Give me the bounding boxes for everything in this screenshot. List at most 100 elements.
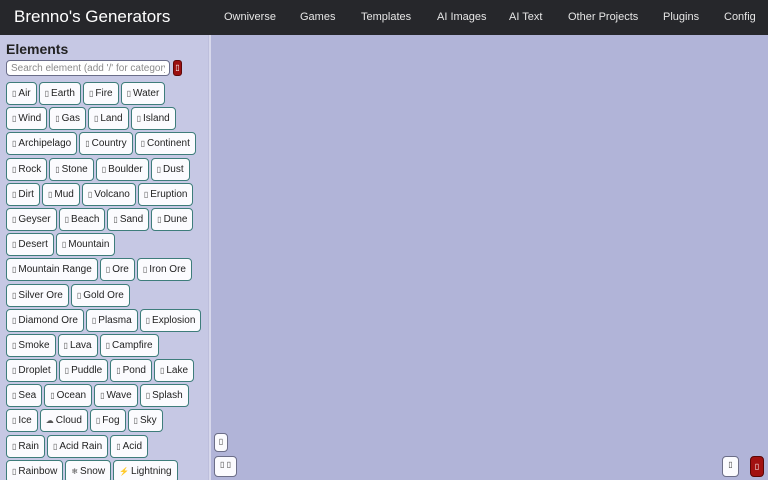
nav-templates[interactable]: Templates [361, 0, 411, 35]
element-chip[interactable]: ▯ Ore [99, 258, 135, 282]
element-chip[interactable]: ▯ Lava [57, 333, 98, 357]
element-icon: ⚡ [119, 466, 130, 476]
element-label: Splash [152, 390, 183, 402]
workspace-canvas[interactable] [211, 35, 768, 480]
zoom-button[interactable]: ▯ [214, 433, 228, 452]
element-label: Desert [18, 239, 48, 251]
element-chip[interactable]: ▯ Acid [110, 434, 149, 458]
element-chip[interactable]: ❄ Snow [65, 459, 112, 480]
nav-config[interactable]: Config [724, 0, 756, 35]
clear-workspace-button[interactable]: ▯ [750, 456, 764, 477]
element-chip[interactable]: ▯ Gold Ore [70, 283, 130, 307]
element-label: Boulder [108, 163, 143, 175]
element-chip[interactable]: ▯ Mountain Range [6, 258, 98, 282]
element-chip[interactable]: ▯ Pond [110, 359, 152, 383]
element-chip[interactable]: ▯ Desert [6, 233, 54, 257]
element-label: Continent [147, 138, 190, 150]
element-chip[interactable]: ▯ Campfire [99, 333, 159, 357]
element-chip[interactable]: ▯ Fire [82, 82, 119, 105]
element-chip[interactable]: ▯ Diamond Ore [6, 308, 84, 332]
element-icon: ▯ [64, 214, 70, 224]
element-chip[interactable]: ▯ Sand [107, 207, 150, 231]
element-chip[interactable]: ▯ Dune [151, 207, 194, 231]
element-chip[interactable]: ▯ Water [120, 82, 166, 105]
element-chip[interactable]: ▯ Mud [41, 182, 80, 206]
element-icon: ❄ [71, 466, 79, 476]
site-brand[interactable]: Brenno's Generators [14, 7, 170, 27]
nav-games[interactable]: Games [300, 0, 335, 35]
element-chip[interactable]: ▯ Mountain [55, 233, 116, 257]
element-chip[interactable]: ▯ Volcano [81, 182, 136, 206]
element-label: Mud [54, 188, 74, 200]
element-chip[interactable]: ▯ Dirt [6, 182, 40, 206]
element-chip[interactable]: ▯ Iron Ore [136, 258, 192, 282]
element-chip[interactable]: ⚡ Lightning [113, 459, 178, 480]
element-chip[interactable]: ▯ Country [79, 132, 133, 156]
element-label: Acid [122, 440, 143, 452]
element-row: ▯ Diamond Ore ▯ Plasma ▯ Explosion [6, 308, 206, 334]
element-chip[interactable]: ▯ Rainbow [6, 459, 64, 480]
element-chip[interactable]: ▯ Geyser [6, 207, 57, 231]
element-chip[interactable]: ▯ Smoke [6, 333, 56, 357]
element-chip[interactable]: ▯ Fog [89, 409, 126, 433]
nav-ai-images[interactable]: AI Images [437, 0, 487, 35]
element-chip[interactable]: ▯ Ocean [44, 384, 93, 408]
element-chip[interactable]: ▯ Dust [150, 157, 190, 181]
element-chip[interactable]: ▯ Earth [38, 82, 81, 105]
element-label: Rain [18, 440, 39, 452]
element-label: Water [133, 88, 160, 99]
element-chip[interactable]: ▯ Wind [6, 107, 48, 131]
element-label: Island [143, 113, 170, 125]
element-icon: ▯ [85, 139, 90, 149]
nav-owniverse[interactable]: Owniverse [224, 0, 276, 35]
element-chip[interactable]: ▯ Splash [139, 384, 189, 408]
element-chip[interactable]: ▯ Ice [6, 409, 38, 433]
element-row: ▯ Desert ▯ Mountain [6, 233, 206, 258]
element-chip[interactable]: ▯ Plasma [85, 308, 138, 332]
nav-ai-text[interactable]: AI Text [509, 0, 542, 35]
element-icon: ▯ [101, 164, 107, 174]
element-icon: ▯ [52, 441, 58, 451]
element-icon: ▯ [12, 114, 17, 124]
element-row: ▯ Archipelago ▯ Country ▯ Continent [6, 132, 206, 157]
element-label: Acid Rain [59, 440, 103, 452]
view-toggle-button[interactable]: ▯ ▯ [214, 456, 237, 477]
element-chip[interactable]: ▯ Acid Rain [46, 434, 109, 458]
element-chip[interactable]: ▯ Gas [49, 107, 86, 131]
element-chip[interactable]: ▯ Rain [6, 434, 45, 458]
element-chip[interactable]: ▯ Continent [134, 132, 196, 156]
element-search-input[interactable] [6, 60, 170, 76]
element-chip[interactable]: ▯ Rock [6, 157, 48, 181]
element-chip[interactable]: ▯ Silver Ore [6, 283, 69, 307]
element-chip[interactable]: ▯ Sea [6, 384, 43, 408]
element-chip[interactable]: ▯ Droplet [6, 359, 57, 383]
nav-other-projects[interactable]: Other Projects [568, 0, 638, 35]
element-chip[interactable]: ▯ Wave [94, 384, 138, 408]
element-icon: ▯ [156, 164, 162, 174]
element-icon: ▯ [142, 265, 148, 275]
nav-plugins[interactable]: Plugins [663, 0, 699, 35]
canvas-corner-button[interactable]: ▯ [722, 456, 739, 477]
element-chip[interactable]: ▯ Explosion [139, 308, 202, 332]
trash-icon: ▯ [754, 462, 760, 471]
element-label: Ore [112, 264, 129, 276]
element-chip[interactable]: ▯ Land [87, 107, 129, 131]
element-chip[interactable]: ▯ Puddle [58, 359, 109, 383]
element-row: ▯ Dirt ▯ Mud ▯ Volcano ▯ Eruption [6, 182, 206, 208]
element-chip[interactable]: ▯ Sky [127, 409, 163, 433]
element-chip[interactable]: ▯ Archipelago [6, 132, 78, 156]
element-chip[interactable]: ▯ Eruption [137, 182, 194, 206]
element-label: Ocean [56, 390, 87, 402]
element-chip[interactable]: ▯ Boulder [95, 157, 149, 181]
element-chip[interactable]: ▯ Air [6, 82, 37, 105]
element-chip[interactable]: ▯ Island [130, 107, 176, 131]
element-chip[interactable]: ▯ Stone [49, 157, 94, 181]
search-clear-button[interactable]: ▯ [173, 60, 182, 76]
element-row: ▯ Silver Ore ▯ Gold Ore [6, 283, 206, 309]
element-icon: ▯ [12, 466, 17, 476]
element-chip[interactable]: ☁ Cloud [39, 409, 88, 433]
element-icon: ▯ [12, 290, 17, 300]
element-chip[interactable]: ▯ Beach [58, 207, 106, 231]
element-chip[interactable]: ▯ Lake [153, 359, 195, 383]
element-label: Lava [69, 339, 92, 351]
